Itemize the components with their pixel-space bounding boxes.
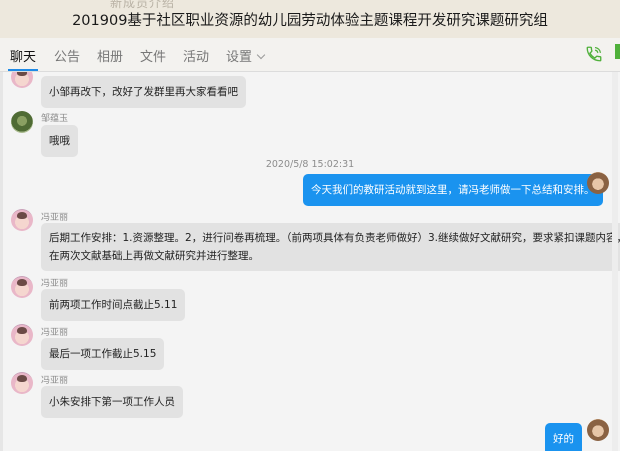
tab-settings-label: 设置: [226, 50, 253, 65]
message-timestamp: 2020/5/8 15:02:31: [265, 159, 355, 170]
sender-name: 邹蕴玉: [41, 114, 69, 124]
chevron-down-icon: [256, 50, 266, 60]
my-avatar[interactable]: [587, 172, 609, 194]
message-bubble[interactable]: 小朱安排下第一项工作人员: [41, 386, 183, 418]
my-message-bubble[interactable]: 好的: [545, 423, 582, 451]
sender-name: 冯亚丽: [41, 279, 69, 289]
tab-announcement[interactable]: 公告: [54, 46, 80, 65]
avatar[interactable]: [11, 111, 33, 133]
message-bubble[interactable]: 哦哦: [41, 125, 78, 157]
avatar[interactable]: [11, 209, 33, 231]
avatar[interactable]: [11, 72, 33, 88]
my-avatar[interactable]: [587, 419, 609, 441]
side-panel-edge[interactable]: [615, 44, 620, 59]
phone-icon[interactable]: [585, 45, 603, 63]
tab-activity[interactable]: 活动: [183, 46, 209, 65]
message-line: 后期工作安排：1.资源整理。2，进行问卷再梳理。（前两项具体有负责老师做好）3.…: [49, 232, 620, 244]
window-title: 201909基于社区职业资源的幼儿园劳动体验主题课程开发研究课题研究组: [72, 13, 548, 29]
sender-name: 冯亚丽: [41, 328, 69, 338]
avatar[interactable]: [11, 372, 33, 394]
avatar[interactable]: [11, 324, 33, 346]
tab-chat[interactable]: 聊天: [10, 46, 36, 65]
tab-album[interactable]: 相册: [97, 46, 123, 65]
tab-settings[interactable]: 设置: [226, 46, 266, 65]
chat-scrollbar[interactable]: [612, 72, 618, 451]
my-message-bubble[interactable]: 今天我们的教研活动就到这里，请冯老师做一下总结和安排。: [303, 174, 603, 206]
title-bar: 新成员介绍 201909基于社区职业资源的幼儿园劳动体验主题课程开发研究课题研究…: [0, 0, 620, 38]
message-bubble[interactable]: 小邹再改下，改好了发群里再大家看看吧: [41, 76, 246, 108]
message-bubble[interactable]: 最后一项工作截止5.15: [41, 338, 165, 370]
left-edge: [0, 72, 3, 451]
active-tab-indicator: [8, 69, 38, 71]
message-bubble[interactable]: 前两项工作时间点截止5.11: [41, 289, 186, 321]
message-line: 在两次文献基础上再做文献研究并进行整理。: [49, 250, 259, 262]
message-bubble[interactable]: 后期工作安排：1.资源整理。2，进行问卷再梳理。（前两项具体有负责老师做好）3.…: [41, 223, 620, 271]
tab-bar: 聊天 公告 相册 文件 活动 设置: [0, 38, 620, 72]
tab-files[interactable]: 文件: [140, 46, 166, 65]
sender-name: 冯亚丽: [41, 213, 69, 223]
sender-name: 冯亚丽: [41, 376, 69, 386]
chat-history[interactable]: 小邹再改下，改好了发群里再大家看看吧 邹蕴玉 哦哦 2020/5/8 15:02…: [0, 72, 620, 451]
avatar[interactable]: [11, 276, 33, 298]
